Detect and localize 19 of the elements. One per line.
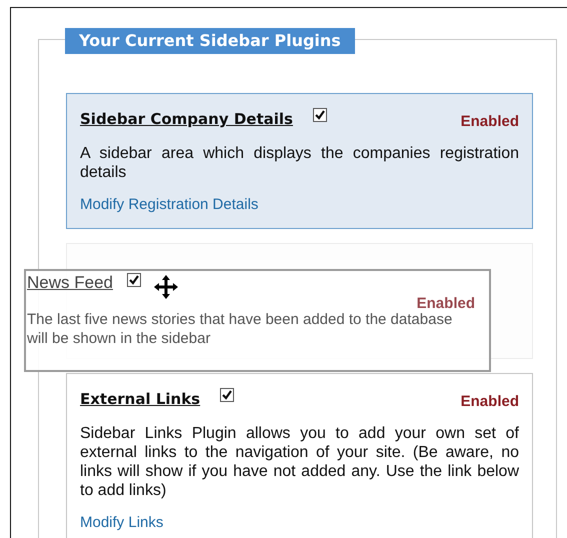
checkbox[interactable] bbox=[312, 108, 327, 122]
status-label: Enabled bbox=[416, 295, 475, 312]
plugin-title: Sidebar Company Details bbox=[80, 110, 293, 128]
checkbox[interactable] bbox=[220, 388, 234, 402]
plugin-title: News Feed bbox=[27, 273, 113, 293]
dragged-card[interactable]: News Feed Enabled The last five news stories that have been added to the database will be shown in the sidebar bbox=[24, 269, 491, 372]
plugin-description: A sidebar area which displays the companies registration details bbox=[80, 144, 519, 182]
plugin-card[interactable] bbox=[66, 373, 533, 538]
status-label: Enabled bbox=[460, 393, 519, 410]
status-label: Enabled bbox=[460, 113, 519, 130]
plugin-title: External Links bbox=[80, 390, 200, 408]
plugin-card[interactable]: Sidebar Company Details Enabled A sidebar area which displays the companies registration details Modify Registration Details bbox=[66, 93, 533, 229]
plugin-description: Sidebar Links Plugin allows you to add your own set of external links to the navigation of your site. (Be aware, no links will show if you have not added any. Use the link below to add links) bbox=[80, 424, 519, 500]
plugin-description: The last five news stories that have been added to the database will be shown in the sidebar bbox=[26, 310, 454, 348]
panel-title: Your Current Sidebar Plugins bbox=[65, 28, 355, 54]
checkbox[interactable] bbox=[126, 273, 141, 287]
modify-link[interactable]: Modify Links bbox=[80, 514, 519, 532]
move-cursor-icon bbox=[152, 274, 179, 300]
modify-link[interactable]: Modify Registration Details bbox=[80, 196, 519, 214]
